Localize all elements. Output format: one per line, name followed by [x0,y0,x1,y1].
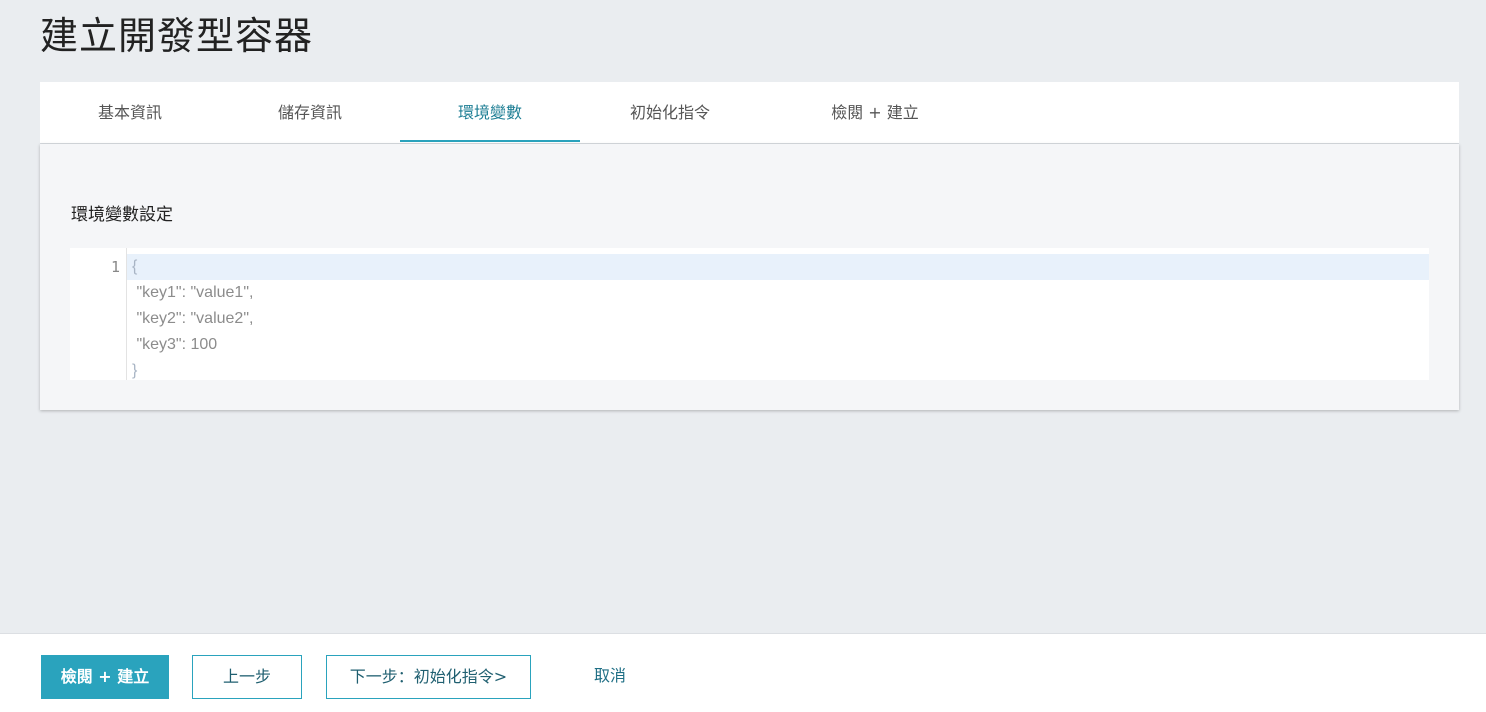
editor-gutter: 1 [70,248,127,380]
page-title: 建立開發型容器 [40,14,314,58]
line-number: 1 [110,258,120,276]
code-content[interactable]: { "key1": "value1", "key2": "value2", "k… [132,254,253,380]
environment-variables-panel: 環境變數設定 1 { "key1": "value1", "key2": "va… [40,144,1459,410]
code-line: "key2": "value2", [132,310,254,327]
tab-environment-variables[interactable]: 環境變數 [400,82,580,142]
active-line-highlight [127,254,1429,280]
section-title: 環境變數設定 [71,205,173,225]
tab-review-create[interactable]: 檢閱 + 建立 [785,82,965,142]
json-code-editor[interactable]: 1 { "key1": "value1", "key2": "value2", … [70,248,1429,380]
tab-bar: 基本資訊 儲存資訊 環境變數 初始化指令 檢閱 + 建立 [40,82,1459,144]
tab-init-commands[interactable]: 初始化指令 [580,82,760,142]
code-line: { [132,258,138,275]
tab-storage-info[interactable]: 儲存資訊 [220,82,400,142]
code-line: } [132,362,138,379]
review-create-button[interactable]: 檢閱 + 建立 [41,655,169,699]
tab-basic-info[interactable]: 基本資訊 [40,82,220,142]
next-step-button[interactable]: 下一步：初始化指令> [326,655,531,699]
previous-step-button[interactable]: 上一步 [192,655,302,699]
footer-action-bar: 檢閱 + 建立 上一步 下一步：初始化指令> 取消 [0,633,1486,712]
code-line: "key1": "value1", [132,284,254,301]
code-line: "key3": 100 [132,336,218,353]
cancel-button[interactable]: 取消 [570,655,650,699]
